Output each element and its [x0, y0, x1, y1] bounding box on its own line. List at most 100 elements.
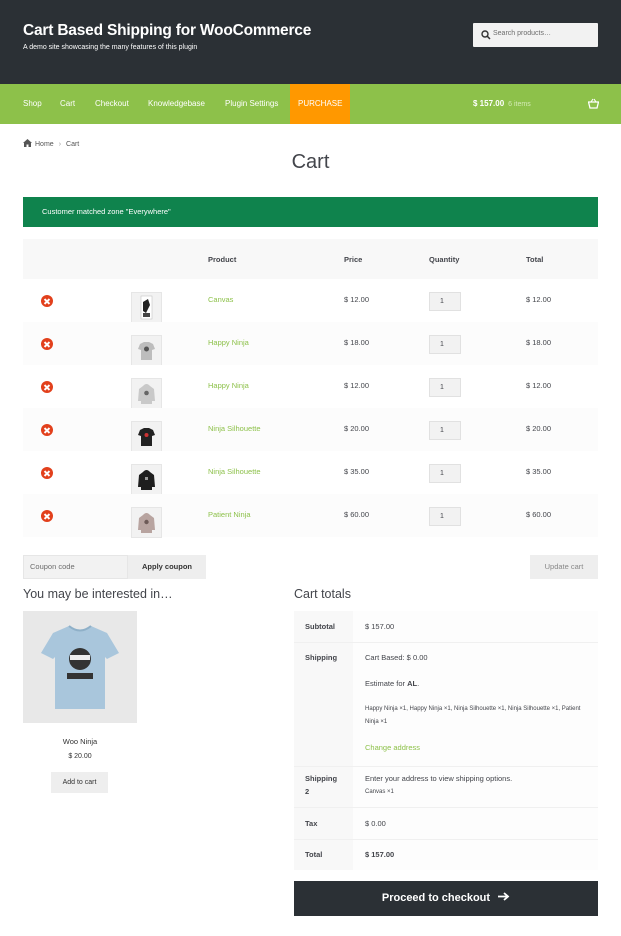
total-label: Total — [305, 850, 323, 859]
hoodie-pink-icon[interactable] — [131, 507, 162, 538]
hoodie-grey-icon[interactable] — [131, 378, 162, 409]
table-row: Happy Ninja $ 18.00 1 $ 18.00 — [23, 322, 598, 366]
shipping2-label-line1: Shipping — [305, 774, 338, 783]
cart-totals-table: Subtotal $ 157.00 Shipping Cart Based: $… — [294, 611, 598, 870]
nav-item-plugin-settings[interactable]: Plugin Settings — [225, 84, 278, 124]
header-quantity: Quantity — [429, 255, 460, 264]
product-price: $ 20.00 — [344, 424, 370, 433]
total-value: $ 157.00 — [365, 850, 395, 859]
header-cart-total: $ 157.00 — [473, 99, 505, 108]
nav-item-cart[interactable]: Cart — [60, 84, 75, 124]
quantity-input[interactable]: 1 — [429, 292, 461, 311]
page-title: Cart — [291, 151, 330, 173]
coupon-code-input[interactable]: Coupon code — [23, 555, 128, 579]
header-product: Product — [208, 255, 237, 264]
remove-item-button[interactable] — [41, 467, 53, 479]
table-row: Happy Ninja $ 12.00 1 $ 12.00 — [23, 365, 598, 409]
product-link[interactable]: Patient Ninja — [208, 510, 251, 519]
quantity-input[interactable]: 1 — [429, 464, 461, 483]
product-subtotal: $ 18.00 — [526, 338, 552, 347]
shipping-items: Happy Ninja ×1, Happy Ninja ×1, Ninja Si… — [365, 706, 581, 725]
cross-sell-product-price: $ 20.00 — [68, 753, 92, 760]
woo-ninja-image[interactable] — [23, 611, 137, 723]
nav-item-shop[interactable]: Shop — [23, 84, 42, 124]
remove-item-button[interactable] — [41, 424, 53, 436]
site-header: Cart Based Shipping for WooCommerce A de… — [0, 0, 621, 84]
primary-nav: Shop Cart Checkout Knowledgebase Plugin … — [0, 84, 621, 124]
header-cart-link[interactable]: $ 157.00 6 items — [473, 84, 531, 124]
table-row: Patient Ninja $ 60.00 1 $ 60.00 — [23, 494, 598, 538]
shipping2-value: Enter your address to view shipping opti… — [365, 774, 513, 783]
site-title[interactable]: Cart Based Shipping for WooCommerce — [23, 22, 311, 40]
tax-label: Tax — [305, 819, 318, 828]
nav-item-purchase[interactable]: PURCHASE — [290, 84, 351, 124]
subtotal-label: Subtotal — [305, 622, 335, 631]
product-subtotal: $ 20.00 — [526, 424, 552, 433]
header-total: Total — [526, 255, 544, 264]
product-subtotal: $ 12.00 — [526, 295, 552, 304]
breadcrumb-separator: › — [58, 141, 62, 148]
hoodie-black-icon[interactable] — [131, 464, 162, 495]
product-subtotal: $ 12.00 — [526, 381, 552, 390]
search-icon — [481, 30, 491, 40]
zone-notice: Customer matched zone "Everywhere" — [23, 197, 598, 227]
estimate-prefix: Estimate for — [365, 679, 408, 688]
tshirt-grey-icon[interactable] — [131, 335, 162, 366]
product-subtotal: $ 35.00 — [526, 467, 552, 476]
apply-coupon-button[interactable]: Apply coupon — [128, 555, 206, 579]
product-price: $ 12.00 — [344, 381, 370, 390]
subtotal-value: $ 157.00 — [365, 622, 395, 631]
header-cart-count: 6 items — [508, 101, 531, 108]
table-row: Canvas $ 12.00 1 $ 12.00 — [23, 279, 598, 323]
remove-item-button[interactable] — [41, 295, 53, 307]
estimate-suffix: . — [417, 679, 420, 688]
totals-label-column — [294, 611, 353, 870]
product-link[interactable]: Ninja Silhouette — [208, 424, 261, 433]
remove-item-button[interactable] — [41, 381, 53, 393]
product-price: $ 60.00 — [344, 510, 370, 519]
row-divider — [294, 807, 598, 808]
nav-item-knowledgebase[interactable]: Knowledgebase — [148, 84, 205, 124]
quantity-input[interactable]: 1 — [429, 507, 461, 526]
product-price: $ 35.00 — [344, 467, 370, 476]
product-link[interactable]: Canvas — [208, 295, 233, 304]
header-price: Price — [344, 255, 363, 264]
shipping-value: Cart Based: $ 0.00 — [365, 653, 428, 662]
search-input[interactable]: Search products… — [473, 23, 598, 47]
product-link[interactable]: Happy Ninja — [208, 338, 249, 347]
shipping2-label-line2: 2 — [305, 787, 310, 796]
quantity-input[interactable]: 1 — [429, 335, 461, 354]
remove-item-button[interactable] — [41, 510, 53, 522]
arrow-right-icon — [498, 892, 510, 901]
update-cart-button[interactable]: Update cart — [530, 555, 598, 579]
shipping-label: Shipping — [305, 653, 338, 662]
checkout-button-label: Proceed to checkout — [381, 892, 491, 904]
shipping2-label: Shipping 2 — [305, 772, 337, 798]
remove-item-button[interactable] — [41, 338, 53, 350]
row-divider — [294, 839, 598, 840]
table-row: Ninja Silhouette $ 20.00 1 $ 20.00 — [23, 408, 598, 452]
product-link[interactable]: Ninja Silhouette — [208, 467, 261, 476]
cart-table-header: Product Price Quantity Total — [23, 239, 598, 279]
tshirt-black-icon[interactable] — [131, 421, 162, 452]
breadcrumb: Home › Cart — [23, 139, 79, 148]
cross-sell-product-name[interactable]: Woo Ninja — [23, 737, 137, 746]
proceed-to-checkout-button[interactable]: Proceed to checkout — [294, 881, 598, 916]
poster-icon[interactable] — [131, 292, 162, 323]
breadcrumb-home[interactable]: Home — [35, 141, 54, 148]
cart-totals-title: Cart totals — [294, 587, 351, 601]
cross-sells-title: You may be interested in… — [23, 587, 173, 601]
quantity-input[interactable]: 1 — [429, 378, 461, 397]
tax-value: $ 0.00 — [365, 819, 386, 828]
nav-item-checkout[interactable]: Checkout — [95, 84, 129, 124]
basket-icon[interactable] — [588, 98, 599, 109]
estimate-location: AL — [407, 679, 418, 688]
shipping-estimate: Estimate for AL. — [365, 679, 419, 688]
quantity-input[interactable]: 1 — [429, 421, 461, 440]
site-description: A demo site showcasing the many features… — [23, 44, 198, 51]
product-link[interactable]: Happy Ninja — [208, 381, 249, 390]
add-to-cart-button[interactable]: Add to cart — [51, 772, 108, 793]
table-row: Ninja Silhouette $ 35.00 1 $ 35.00 — [23, 451, 598, 495]
change-address-link[interactable]: Change address — [365, 743, 420, 752]
product-price: $ 18.00 — [344, 338, 370, 347]
